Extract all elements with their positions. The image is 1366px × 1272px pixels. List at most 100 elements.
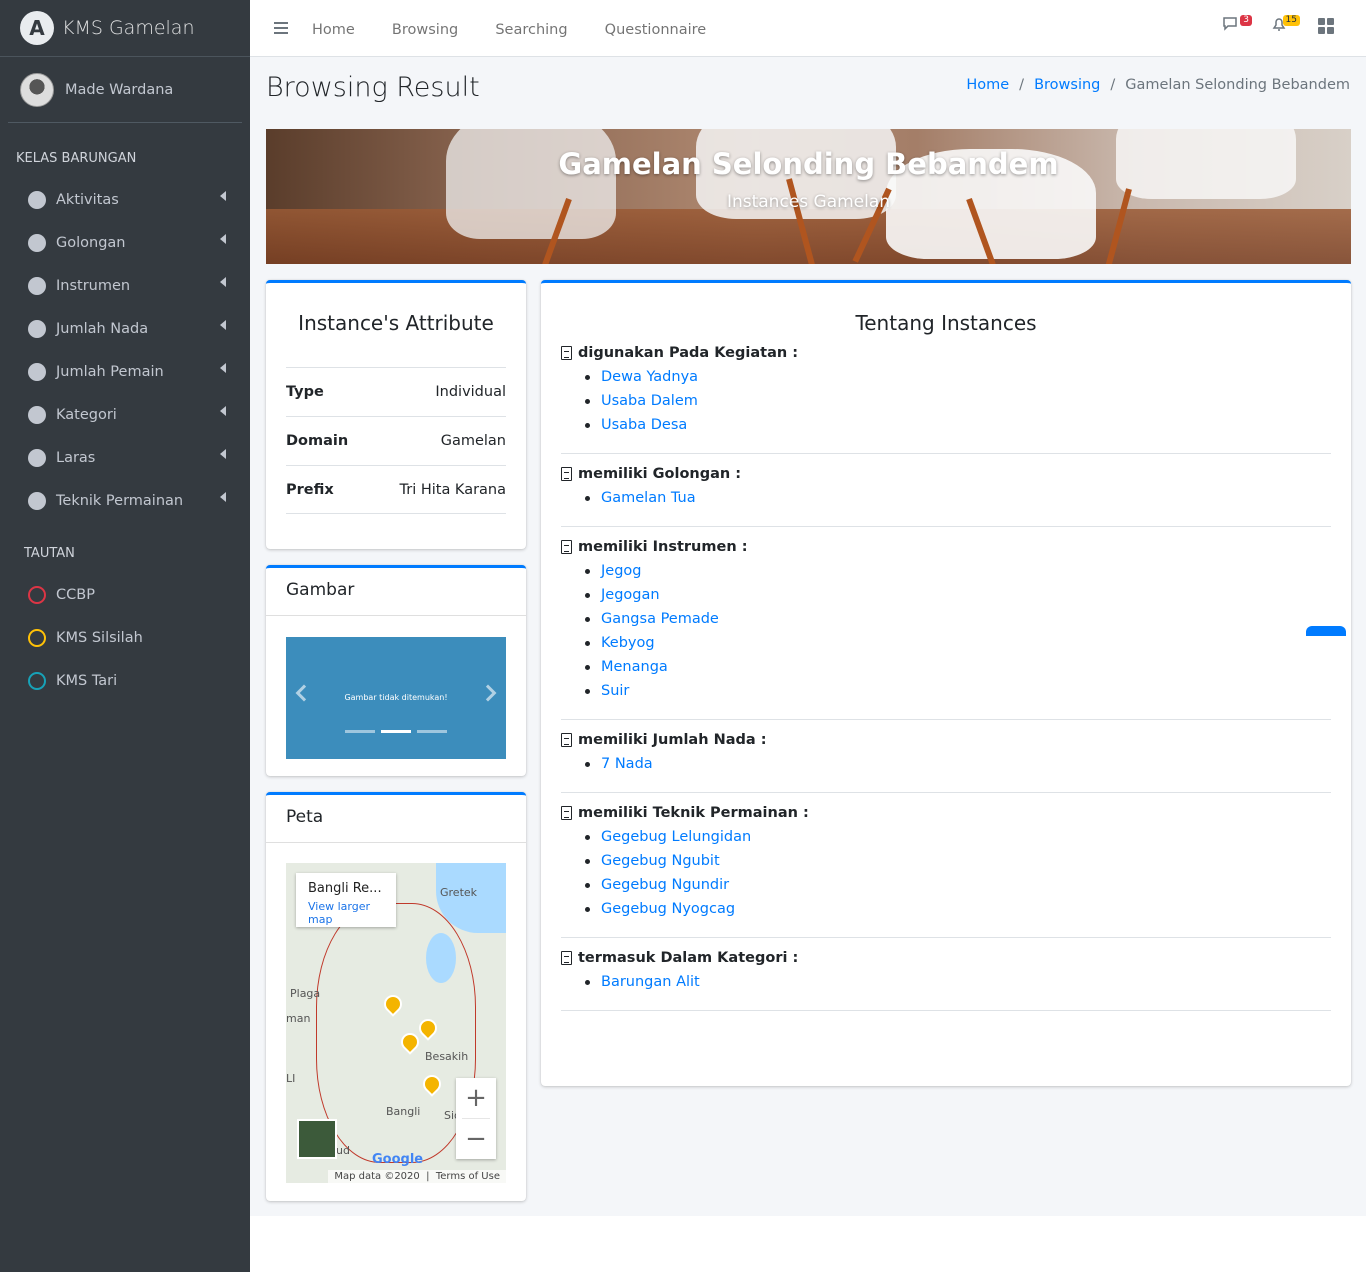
list-item: Gamelan Tua — [585, 486, 1331, 510]
notifications-icon[interactable]: 15 — [1270, 15, 1300, 37]
instance-link[interactable]: Menanga — [601, 659, 668, 675]
sidebar-item-jumlah-nada[interactable]: Jumlah Nada — [0, 307, 250, 350]
sidebar-item-instrumen[interactable]: Instrumen — [0, 264, 250, 307]
chevron-left-icon — [220, 492, 226, 502]
about-section: memiliki Jumlah Nada : 7 Nada — [561, 720, 1331, 793]
section-heading: memiliki Teknik Permainan : — [561, 805, 1331, 821]
instance-link[interactable]: Jegogan — [601, 587, 660, 603]
file-text-icon — [561, 540, 572, 554]
map-label: Plaga — [290, 987, 321, 1000]
map-larger-link[interactable]: View larger map — [308, 900, 384, 926]
file-text-icon — [561, 467, 572, 481]
map-label: man — [286, 1012, 311, 1025]
page-title: Browsing Result — [266, 72, 480, 103]
circle-icon — [28, 319, 46, 338]
sidebar-link-label: CCBP — [56, 586, 95, 603]
sidebar-link-kms-tari[interactable]: KMS Tari — [0, 659, 250, 702]
hero-banner: Gamelan Selonding Bebandem Instances Gam… — [266, 129, 1351, 264]
nav-link-questionnaire[interactable]: Questionnaire — [605, 22, 707, 38]
attribute-key: Domain — [286, 433, 349, 449]
chevron-left-icon — [220, 363, 226, 373]
instance-link[interactable]: Jegog — [601, 563, 641, 579]
file-text-icon — [561, 346, 572, 360]
list-item: 7 Nada — [585, 752, 1331, 776]
nav-header-tautan: TAUTAN — [24, 546, 75, 561]
apps-grid-icon[interactable] — [1318, 15, 1344, 37]
instance-link[interactable]: Usaba Dalem — [601, 393, 698, 409]
instance-link[interactable]: Gegebug Nyogcag — [601, 901, 735, 917]
instance-link[interactable]: Gegebug Lelungidan — [601, 829, 751, 845]
chevron-left-icon — [220, 191, 226, 201]
about-section: digunakan Pada Kegiatan : Dewa Yadnya Usab… — [561, 333, 1331, 454]
sidebar-item-label: Instrumen — [56, 277, 131, 294]
instance-link[interactable]: Usaba Desa — [601, 417, 687, 433]
nav-link-searching[interactable]: Searching — [495, 22, 567, 38]
gallery-title: Gambar — [266, 568, 526, 616]
map-card: Peta Bangli Re... View larger map Gretek… — [266, 792, 526, 1201]
about-section: memiliki Teknik Permainan : Gegebug Lelun… — [561, 793, 1331, 938]
list-item: Suir — [585, 679, 1331, 703]
sidebar-item-kategori[interactable]: Kategori — [0, 393, 250, 436]
list-item: Gegebug Ngubit — [585, 849, 1331, 873]
attribute-key: Type — [286, 384, 324, 400]
chevron-left-icon — [220, 406, 226, 416]
nav-link-browsing[interactable]: Browsing — [392, 22, 458, 38]
messages-icon[interactable]: 3 — [1222, 15, 1252, 37]
map-info-box: Bangli Re... View larger map — [296, 873, 396, 927]
about-section: memiliki Golongan : Gamelan Tua — [561, 454, 1331, 527]
sidebar-link-ccbp[interactable]: CCBP — [0, 573, 250, 616]
map-label: ud — [336, 1144, 350, 1157]
breadcrumb-home[interactable]: Home — [966, 77, 1009, 93]
image-carousel[interactable]: Gambar tidak ditemukan! — [286, 637, 506, 759]
circle-outline-icon — [28, 628, 46, 647]
instance-link[interactable]: Gegebug Ngubit — [601, 853, 720, 869]
list-item: Jegog — [585, 559, 1331, 583]
instance-link[interactable]: Barungan Alit — [601, 974, 700, 990]
circle-outline-icon — [28, 585, 46, 604]
sidebar-item-label: Jumlah Nada — [56, 320, 149, 337]
brand-link[interactable]: A KMS Gamelan — [0, 0, 250, 57]
instance-link[interactable]: Suir — [601, 683, 629, 699]
user-name[interactable]: Made Wardana — [65, 82, 173, 98]
carousel-caption: Gambar tidak ditemukan! — [344, 693, 448, 702]
breadcrumb-browsing[interactable]: Browsing — [1034, 77, 1100, 93]
list-item: Gegebug Nyogcag — [585, 897, 1331, 921]
attributes-card: Instance's Attribute Type Individual Domai… — [266, 280, 526, 549]
floating-action-button[interactable] — [1306, 626, 1346, 636]
sidebar-item-label: Kategori — [56, 406, 117, 423]
sidebar: A KMS Gamelan Made Wardana KELAS BARUNGA… — [0, 0, 250, 1272]
list-item: Gangsa Pemade — [585, 607, 1331, 631]
satellite-toggle-button[interactable] — [297, 1119, 337, 1159]
user-panel[interactable]: Made Wardana — [8, 57, 242, 123]
sidebar-item-label: Teknik Permainan — [56, 492, 184, 509]
map-terms-link[interactable]: Terms of Use — [436, 1171, 500, 1182]
instance-link[interactable]: Dewa Yadnya — [601, 369, 698, 385]
map-attribution: Map data ©2020 | Terms of Use — [328, 1170, 506, 1183]
carousel-indicators[interactable] — [345, 730, 447, 733]
sidebar-item-jumlah-pemain[interactable]: Jumlah Pemain — [0, 350, 250, 393]
top-nav-links: Home Browsing Searching Questionnaire — [312, 19, 738, 38]
instance-link[interactable]: Gangsa Pemade — [601, 611, 719, 627]
sidebar-item-aktivitas[interactable]: Aktivitas — [0, 178, 250, 221]
sidebar-item-golongan[interactable]: Golongan — [0, 221, 250, 264]
zoom-in-button[interactable]: + — [456, 1078, 496, 1118]
menu-toggle-icon[interactable] — [274, 22, 288, 34]
sidebar-item-label: Laras — [56, 449, 96, 466]
sidebar-item-teknik-permainan[interactable]: Teknik Permainan — [0, 479, 250, 522]
circle-icon — [28, 233, 46, 252]
hero-title: Gamelan Selonding Bebandem — [558, 147, 1059, 181]
sidebar-item-laras[interactable]: Laras — [0, 436, 250, 479]
zoom-out-button[interactable]: − — [456, 1119, 496, 1159]
sidebar-link-kms-silsilah[interactable]: KMS Silsilah — [0, 616, 250, 659]
instance-link[interactable]: 7 Nada — [601, 756, 653, 772]
brand-name: KMS Gamelan — [62, 17, 195, 39]
section-heading: memiliki Instrumen : — [561, 539, 1331, 555]
instance-link[interactable]: Gegebug Ngundir — [601, 877, 729, 893]
map-label: LI — [286, 1072, 296, 1085]
nav-link-home[interactable]: Home — [312, 22, 355, 38]
instance-link[interactable]: Gamelan Tua — [601, 490, 696, 506]
map-label: Gretek — [440, 886, 478, 899]
embedded-map[interactable]: Bangli Re... View larger map Gretek Plag… — [286, 863, 506, 1183]
chevron-left-icon — [220, 449, 226, 459]
instance-link[interactable]: Kebyog — [601, 635, 655, 651]
